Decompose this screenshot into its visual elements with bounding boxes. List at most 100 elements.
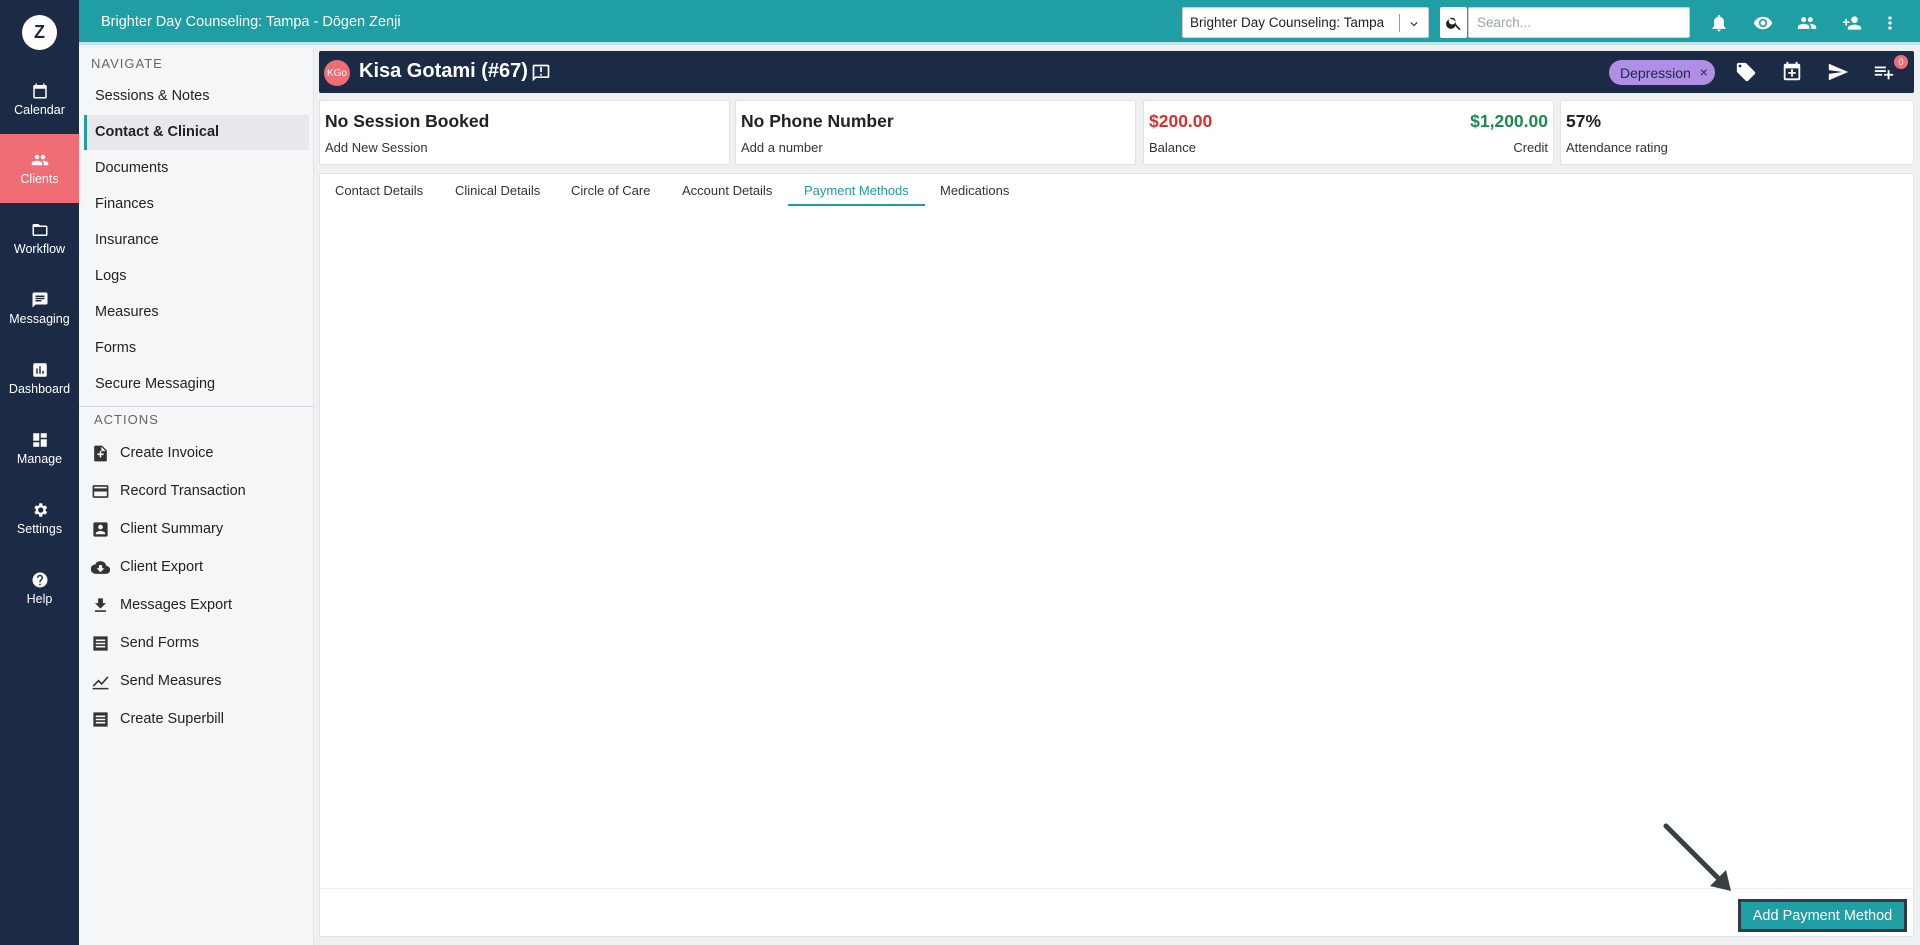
nav-item-measures[interactable]: Measures (84, 295, 309, 330)
rail-item-calendar[interactable]: Calendar (0, 65, 79, 134)
nav-item-secure-messaging[interactable]: Secure Messaging (84, 367, 309, 402)
client-avatar: KGo (324, 60, 350, 86)
rail-label: Workflow (13, 242, 66, 256)
practice-select[interactable]: Brighter Day Counseling: Tampa (1182, 7, 1429, 38)
credit-card-icon (92, 484, 109, 498)
rail-item-messaging[interactable]: Messaging (0, 274, 79, 343)
action-messages-export[interactable]: Messages Export (91, 590, 306, 620)
rail-item-dashboard[interactable]: Dashboard (0, 344, 79, 413)
action-create-invoice[interactable]: Create Invoice (91, 438, 306, 468)
search-icon (1445, 17, 1461, 30)
more-vert-icon (1888, 16, 1892, 30)
search-input[interactable] (1468, 7, 1690, 38)
calendar-icon (32, 83, 47, 99)
action-send-measures[interactable]: Send Measures (91, 666, 306, 696)
more-menu-button[interactable] (1879, 12, 1901, 34)
tag-chip-depression[interactable]: Depression × (1609, 60, 1715, 85)
action-label: Client Summary (120, 521, 224, 537)
select-divider (1399, 14, 1400, 32)
people-icon (1797, 17, 1817, 29)
add-client-button[interactable] (1841, 12, 1863, 34)
rail-label: Clients (20, 172, 59, 186)
playlist-add-button[interactable] (1873, 61, 1895, 83)
remove-tag-icon[interactable]: × (1700, 64, 1708, 80)
rail-item-manage[interactable]: Manage (0, 414, 79, 483)
cloud-download-icon (91, 560, 110, 574)
client-header: KGo Kisa Gotami (#67) Depression × 0 (319, 51, 1914, 93)
download-icon (94, 597, 107, 612)
nav-item-contact-clinical[interactable]: Contact & Clinical (84, 115, 309, 150)
form-icon (93, 635, 108, 651)
app-header-title: Brighter Day Counseling: Tampa - Dōgen Z… (101, 14, 401, 30)
nav-item-forms[interactable]: Forms (84, 331, 309, 366)
action-label: Record Transaction (120, 483, 246, 499)
calendar-add-icon (1783, 61, 1801, 81)
notification-badge: 0 (1894, 55, 1908, 69)
phone-card[interactable]: No Phone Number Add a number (735, 100, 1136, 165)
tab-medications[interactable]: Medications (940, 174, 1009, 206)
folder-icon (32, 224, 47, 236)
eye-icon (1753, 16, 1773, 30)
person-card-icon (93, 521, 108, 537)
add-payment-method-button[interactable]: Add Payment Method (1738, 899, 1907, 932)
action-label: Create Superbill (120, 711, 224, 727)
notifications-button[interactable] (1708, 12, 1730, 34)
add-number-link[interactable]: Add a number (741, 140, 823, 155)
message-icon (32, 292, 47, 308)
client-name: Kisa Gotami (#67) (359, 60, 528, 82)
search-button[interactable] (1440, 7, 1467, 38)
tab-circle-of-care[interactable]: Circle of Care (571, 174, 650, 206)
action-client-summary[interactable]: Client Summary (91, 514, 306, 544)
nav-item-finances[interactable]: Finances (84, 187, 309, 222)
action-create-superbill[interactable]: Create Superbill (91, 704, 306, 734)
action-label: Messages Export (120, 597, 233, 613)
nav-item-documents[interactable]: Documents (84, 151, 309, 186)
playlist-add-icon (1874, 66, 1894, 80)
send-icon (1828, 63, 1849, 81)
nav-item-sessions-notes[interactable]: Sessions & Notes (84, 79, 309, 114)
clients-icon (31, 154, 48, 166)
balance-card: $200.00 Balance $1,200.00 Credit (1143, 100, 1554, 165)
tab-account-details[interactable]: Account Details (682, 174, 772, 206)
action-label: Send Forms (120, 635, 199, 651)
rail-label: Help (26, 592, 53, 606)
nav-item-insurance[interactable]: Insurance (84, 223, 309, 258)
rail-label: Manage (16, 452, 63, 466)
action-record-transaction[interactable]: Record Transaction (91, 476, 306, 506)
chevron-down-icon (1410, 22, 1418, 27)
action-label: Client Export (120, 559, 204, 575)
invoice-add-icon (94, 445, 107, 461)
rail-item-workflow[interactable]: Workflow (0, 204, 79, 273)
bell-icon (1712, 15, 1726, 32)
book-session-button[interactable] (1781, 61, 1803, 83)
add-session-link[interactable]: Add New Session (325, 140, 428, 155)
clients-button[interactable] (1796, 12, 1818, 34)
attendance-card: 57% Attendance rating (1560, 100, 1914, 165)
rail-item-clients[interactable]: Clients (0, 134, 79, 203)
tab-contact-details[interactable]: Contact Details (335, 174, 423, 206)
rail-item-help[interactable]: Help (0, 554, 79, 623)
session-card[interactable]: No Session Booked Add New Session (319, 100, 730, 165)
balance-value: $200.00 (1149, 111, 1213, 131)
action-send-forms[interactable]: Send Forms (91, 628, 306, 658)
client-note-button[interactable] (531, 63, 551, 83)
phone-title: No Phone Number (741, 111, 894, 131)
help-icon (32, 572, 47, 588)
send-button[interactable] (1827, 61, 1849, 83)
gear-icon (33, 503, 47, 517)
session-title: No Session Booked (325, 111, 490, 131)
grid-icon (32, 433, 47, 447)
rail-item-settings[interactable]: Settings (0, 484, 79, 553)
rail-label: Calendar (14, 103, 65, 117)
actions-section-label: ACTIONS (94, 412, 159, 427)
app-logo[interactable]: Z (22, 15, 57, 50)
top-bar: Brighter Day Counseling: Tampa - Dōgen Z… (79, 0, 1920, 45)
tags-button[interactable] (1735, 61, 1757, 83)
nav-item-logs[interactable]: Logs (84, 259, 309, 294)
tab-clinical-details[interactable]: Clinical Details (455, 174, 540, 206)
action-label: Create Invoice (120, 445, 214, 461)
action-client-export[interactable]: Client Export (91, 552, 306, 582)
line-chart-icon (92, 675, 109, 689)
view-button[interactable] (1752, 12, 1774, 34)
tab-payment-methods[interactable]: Payment Methods (788, 174, 925, 206)
